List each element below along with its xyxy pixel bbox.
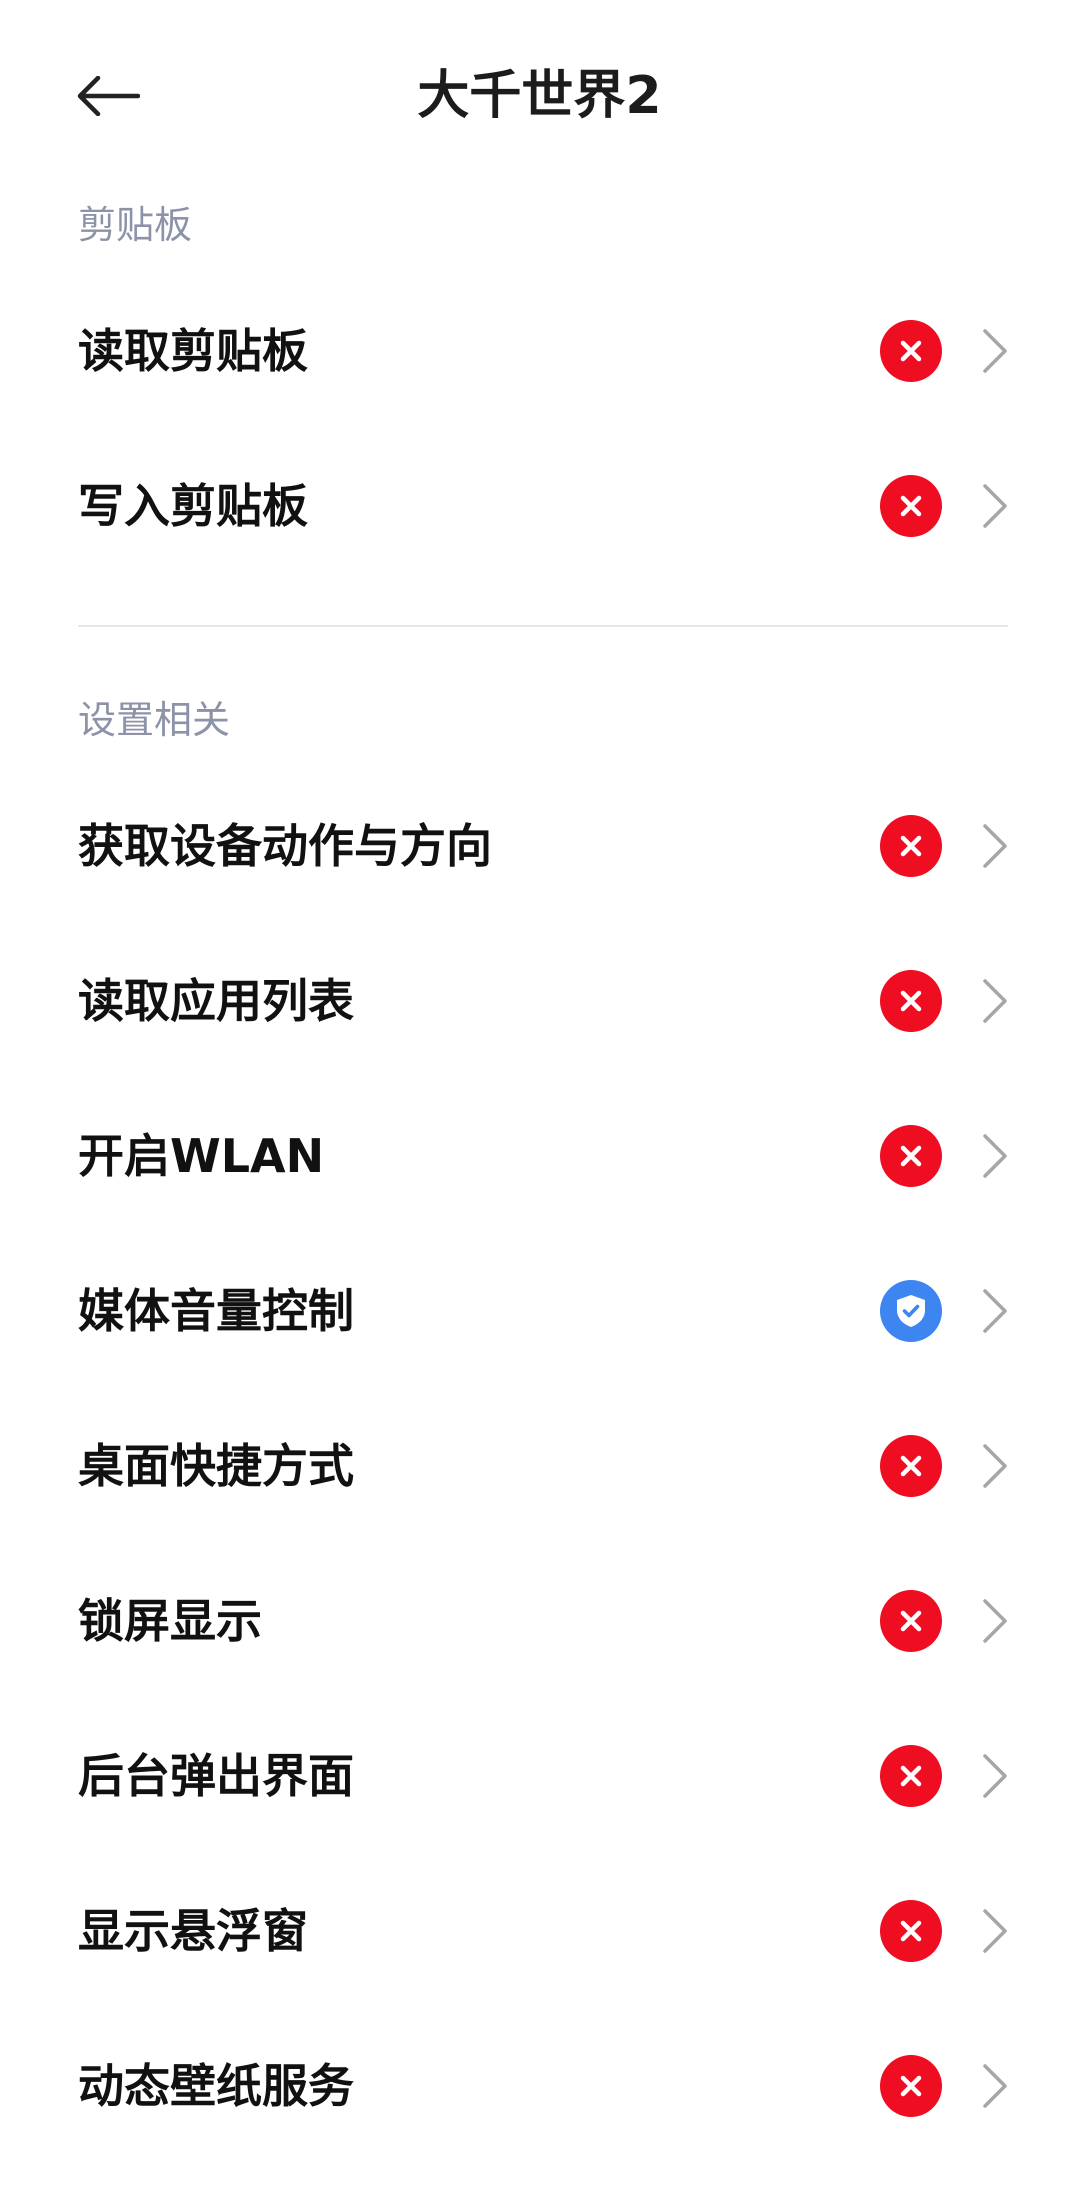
x-circle-icon xyxy=(880,1899,942,1962)
permission-label: 媒体音量控制 xyxy=(78,1283,354,1338)
chevron-right-icon xyxy=(983,1908,1007,1953)
section-label-settings: 设置相关 xyxy=(78,698,231,742)
permission-row-write-clipboard[interactable]: 写入剪贴板 xyxy=(0,428,1079,583)
section-label-clipboard: 剪贴板 xyxy=(78,203,193,247)
x-circle-icon xyxy=(880,1744,942,1807)
permission-row-desktop-shortcut[interactable]: 桌面快捷方式 xyxy=(0,1388,1079,1543)
permission-label: 桌面快捷方式 xyxy=(78,1438,354,1493)
shield-check-icon xyxy=(880,1279,942,1342)
permission-label: 显示悬浮窗 xyxy=(78,1903,308,1958)
permission-label: 写入剪贴板 xyxy=(78,478,308,533)
page-title: 大千世界2 xyxy=(417,66,662,126)
permission-row-enable-wlan[interactable]: 开启WLAN xyxy=(0,1078,1079,1233)
chevron-right-icon xyxy=(983,328,1007,373)
chevron-right-icon xyxy=(983,1443,1007,1488)
permission-row-media-volume[interactable]: 媒体音量控制 xyxy=(0,1233,1079,1388)
x-circle-icon xyxy=(880,1434,942,1497)
x-circle-icon xyxy=(880,969,942,1032)
x-circle-icon xyxy=(880,1124,942,1187)
permission-label: 读取应用列表 xyxy=(78,973,354,1028)
section-divider xyxy=(78,625,1008,627)
chevron-right-icon xyxy=(983,1753,1007,1798)
permission-row-floating-window[interactable]: 显示悬浮窗 xyxy=(0,1853,1079,2008)
permission-row-live-wallpaper[interactable]: 动态壁纸服务 xyxy=(0,2008,1079,2163)
permission-row-device-motion[interactable]: 获取设备动作与方向 xyxy=(0,768,1079,923)
permission-label: 动态壁纸服务 xyxy=(78,2058,354,2113)
chevron-right-icon xyxy=(983,2063,1007,2108)
permission-row-read-clipboard[interactable]: 读取剪贴板 xyxy=(0,273,1079,428)
x-circle-icon xyxy=(880,2054,942,2117)
x-circle-icon xyxy=(880,1589,942,1652)
chevron-right-icon xyxy=(983,823,1007,868)
chevron-right-icon xyxy=(983,483,1007,528)
permission-row-background-popup[interactable]: 后台弹出界面 xyxy=(0,1698,1079,1853)
x-circle-icon xyxy=(880,814,942,877)
chevron-right-icon xyxy=(983,1598,1007,1643)
chevron-right-icon xyxy=(983,1288,1007,1333)
x-circle-icon xyxy=(880,474,942,537)
permission-label: 获取设备动作与方向 xyxy=(78,818,492,873)
permission-row-lock-screen-display[interactable]: 锁屏显示 xyxy=(0,1543,1079,1698)
x-circle-icon xyxy=(880,319,942,382)
permission-label: 后台弹出界面 xyxy=(78,1748,354,1803)
chevron-right-icon xyxy=(983,1133,1007,1178)
permission-row-app-list[interactable]: 读取应用列表 xyxy=(0,923,1079,1078)
permission-label: 读取剪贴板 xyxy=(78,323,308,378)
app-header: 大千世界2 xyxy=(0,0,1079,190)
permission-label: 开启WLAN xyxy=(78,1128,325,1183)
chevron-right-icon xyxy=(983,978,1007,1023)
permission-label: 锁屏显示 xyxy=(78,1593,262,1648)
